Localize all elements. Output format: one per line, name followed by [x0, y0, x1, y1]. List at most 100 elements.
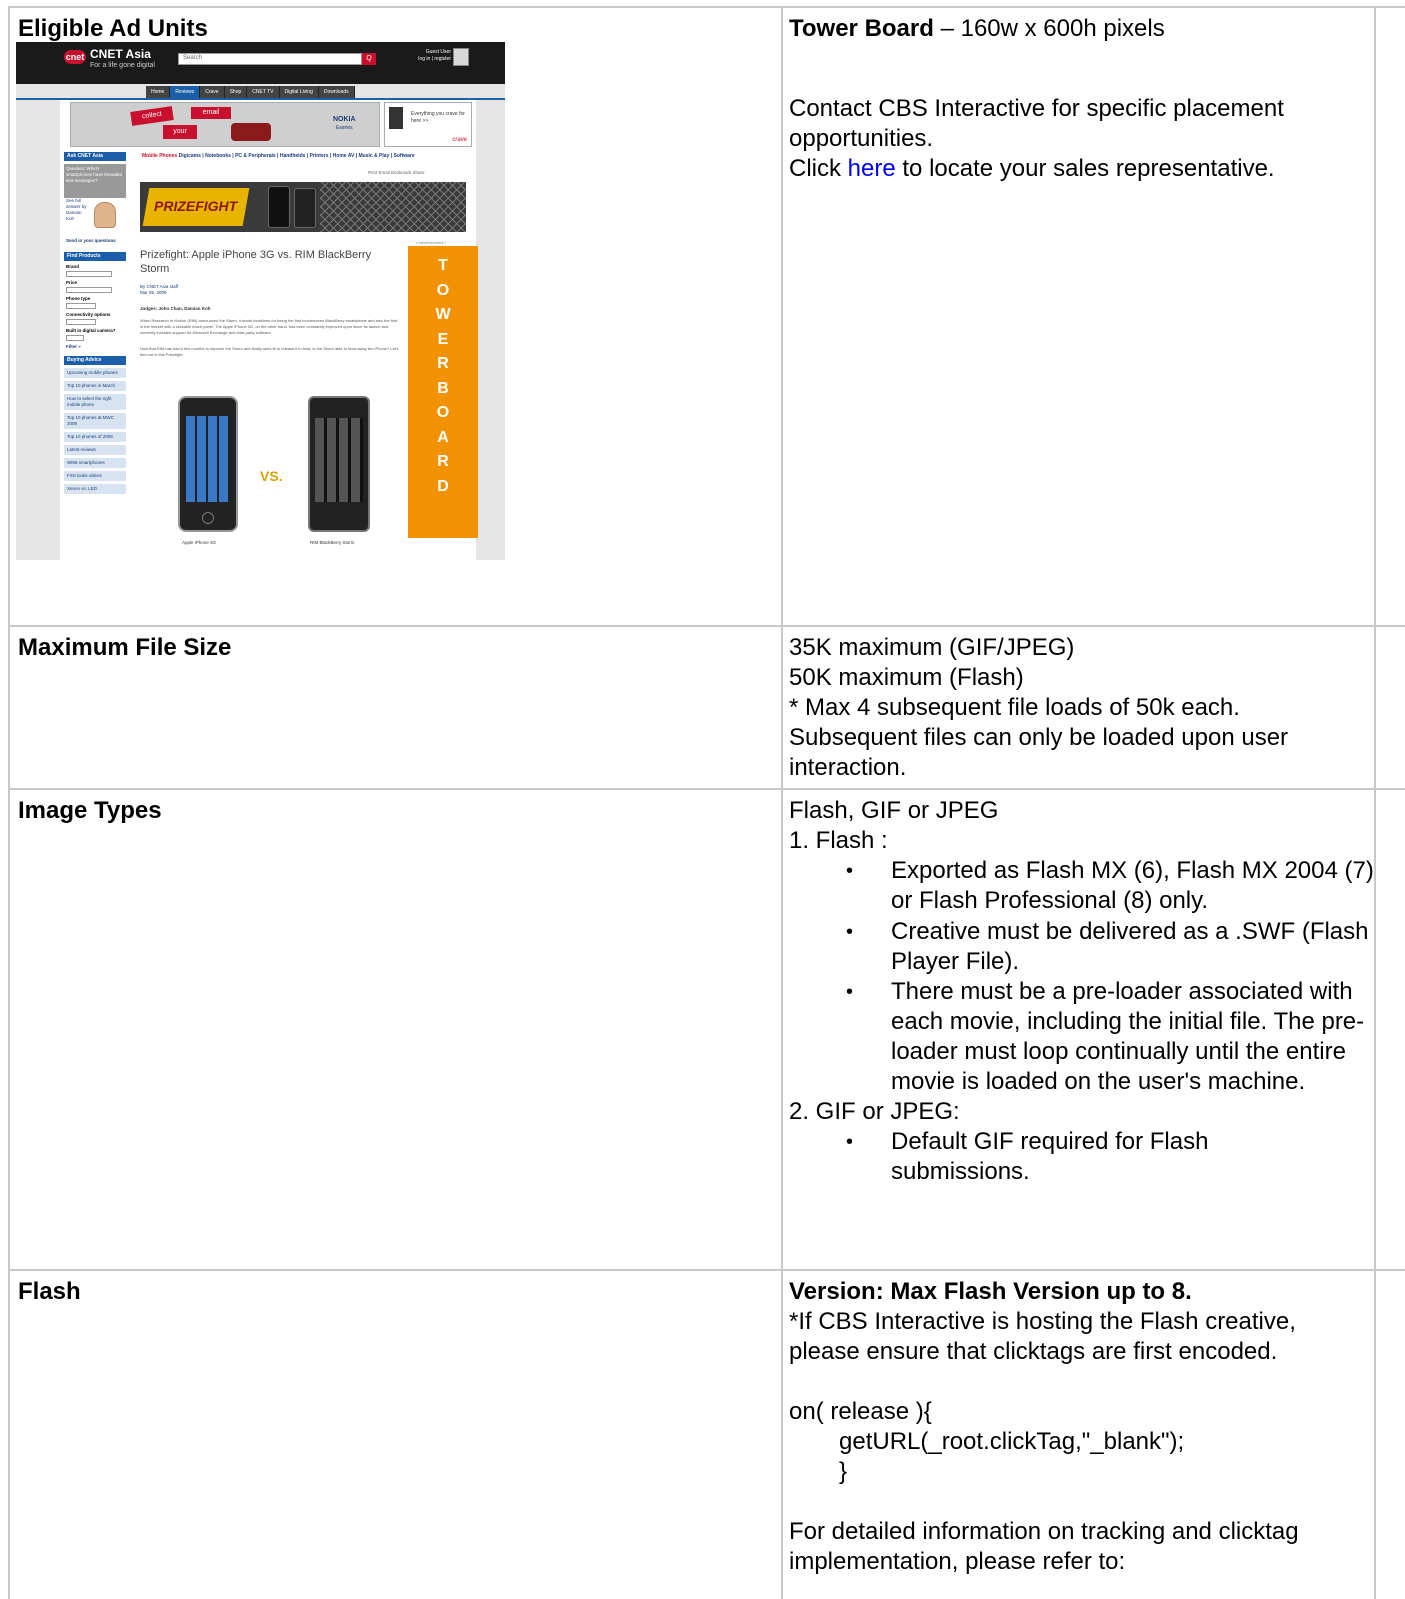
sales-rep-line: Click here to locate your sales represen…: [789, 154, 1369, 184]
iphone-image: [178, 396, 238, 532]
nav-item: Shop: [224, 86, 248, 98]
crave-ad: Everything you crave for here >> crave: [384, 102, 472, 147]
ad-unit-details: Tower Board – 160w x 600h pixels Contact…: [789, 14, 1369, 184]
flash-details: Version: Max Flash Version up to 8. *If …: [789, 1277, 1359, 1577]
search-icon: Q: [362, 53, 376, 65]
tower-board-ad: T O W E R B O A R D: [408, 246, 478, 538]
phone-screen: [315, 418, 363, 502]
tower-letter: W: [435, 306, 451, 323]
advice-link: Top 10 phones in March: [64, 381, 126, 392]
sidebar-heading: Find Products: [64, 252, 126, 261]
phone-icon: [389, 107, 403, 129]
tower-letter: R: [437, 453, 449, 470]
gif-requirements-list: Default GIF required for Flash submissio…: [789, 1127, 1374, 1187]
cage-net: [320, 182, 466, 232]
site-search-field: Search: [178, 53, 362, 65]
image-types-details: Flash, GIF or JPEG 1. Flash : Exported a…: [789, 796, 1374, 1187]
category-list: Digicams | Notebooks | PC & Peripherals …: [178, 153, 415, 159]
file-size-line: 35K maximum (GIF/JPEG): [789, 634, 1075, 661]
advice-link: Latest reviews: [64, 445, 126, 456]
nokia-banner-ad: collect email your NOKIA Eseries: [70, 102, 380, 147]
ad-spec-table: Eligible Ad Units cnet CNET Asia For a l…: [8, 6, 1405, 1599]
filter-select: [66, 287, 112, 293]
filter-label: Price: [66, 280, 78, 285]
file-size-line: * Max 4 subsequent file loads of 50k eac…: [789, 694, 1289, 781]
row-divider: [8, 788, 1405, 790]
sidebar-heading: Buying Advice: [64, 356, 126, 365]
phone-image: [268, 186, 290, 228]
tracking-info: For detailed information on tracking and…: [789, 1518, 1299, 1575]
contact-text: Contact CBS Interactive for specific pla…: [789, 95, 1284, 152]
banner-word: your: [163, 125, 197, 139]
table-border-left: [8, 6, 10, 1599]
ad-unit-title: Tower Board – 160w x 600h pixels: [789, 14, 1369, 44]
guest-label: Guest User: [425, 49, 451, 55]
judges: Judges: John Chan, Damian Koh: [140, 306, 211, 311]
table-border-right: [1374, 6, 1376, 1599]
flash-heading: 1. Flash :: [789, 827, 888, 854]
list-item: There must be a pre-loader associated wi…: [846, 977, 1374, 1097]
site-header: cnet CNET Asia For a life gone digital S…: [16, 42, 505, 84]
nav-item: Home: [146, 86, 171, 98]
filter-select: [66, 319, 96, 325]
row-label-max-file-size: Maximum File Size: [18, 634, 232, 661]
gif-heading: 2. GIF or JPEG:: [789, 1098, 960, 1125]
sidebar-heading: Ask CNET Asia: [64, 152, 126, 161]
nav-item: Digital Living: [279, 86, 319, 98]
phone-image: [231, 123, 271, 141]
nokia-logo: NOKIA Eseries: [333, 115, 356, 133]
filter-select: [66, 335, 84, 341]
image-types-intro: Flash, GIF or JPEG: [789, 797, 999, 824]
row-label-flash: Flash: [18, 1278, 81, 1305]
row-divider: [8, 1269, 1405, 1271]
tower-letter: O: [436, 281, 450, 299]
table-border-top: [8, 6, 1405, 8]
cnet-logo: cnet: [64, 50, 86, 64]
versus-label: VS.: [260, 468, 283, 484]
tower-letter: O: [436, 404, 450, 421]
advice-link: Top 10 phones of 2008: [64, 432, 126, 443]
nav-item: Downloads: [318, 86, 355, 98]
site-nav: Home Reviews Crave Shop CNET TV Digital …: [146, 86, 355, 98]
image-caption: Apple iPhone 3G: [182, 540, 217, 545]
list-item: Creative must be delivered as a .SWF (Fl…: [846, 917, 1374, 977]
advice-link: How to select the right mobile phone: [64, 394, 126, 411]
list-item: Default GIF required for Flash submissio…: [846, 1127, 1274, 1187]
avatar: [453, 48, 469, 66]
nokia-word: NOKIA: [333, 116, 356, 123]
author-photo: [94, 202, 116, 228]
nav-item: CNET TV: [247, 86, 280, 98]
guest-user: Guest User log in | register: [411, 49, 451, 63]
site-sidebar: Ask CNET Asia Question: Which smartphone…: [64, 152, 126, 560]
banner-word: collect: [130, 106, 174, 126]
tower-letter: E: [437, 330, 449, 348]
article-meta: By CNET Asia staff Mar 05, 2009: [140, 284, 178, 296]
image-caption: RIM BlackBerry Storm: [310, 540, 355, 545]
code-line: }: [839, 1458, 848, 1485]
site-brand: CNET Asia: [90, 47, 151, 61]
site-body: collect email your NOKIA Eseries Everythi…: [60, 100, 478, 560]
click-suffix: to locate your sales representative.: [895, 155, 1275, 182]
sales-rep-link[interactable]: here: [848, 155, 896, 182]
prizefight-title: PRIZEFIGHT: [154, 198, 238, 214]
code-line: on( release ){: [789, 1398, 932, 1425]
phone-screen: [186, 416, 230, 502]
ad-unit-size: – 160w x 600h pixels: [933, 15, 1165, 42]
clicktag-note: *If CBS Interactive is hosting the Flash…: [789, 1308, 1296, 1365]
category-active: Mobile Phones: [142, 153, 178, 159]
filter-select: [66, 303, 96, 309]
category-bar: Mobile Phones Digicams | Notebooks | PC …: [142, 153, 415, 159]
advice-link: WM6 smartphones: [64, 458, 126, 469]
filter-link: Filter »: [66, 344, 81, 349]
nokia-sub: Eseries: [335, 125, 353, 131]
blackberry-image: [308, 396, 370, 532]
click-prefix: Click: [789, 155, 848, 182]
filter-label: Phone type: [66, 296, 91, 301]
see-full-answer: See full answer by Damian Koh: [66, 198, 87, 221]
crave-logo: crave: [452, 137, 467, 143]
ad-label: • advertisement •: [416, 240, 447, 245]
site-tagline: For a life gone digital: [90, 62, 155, 69]
